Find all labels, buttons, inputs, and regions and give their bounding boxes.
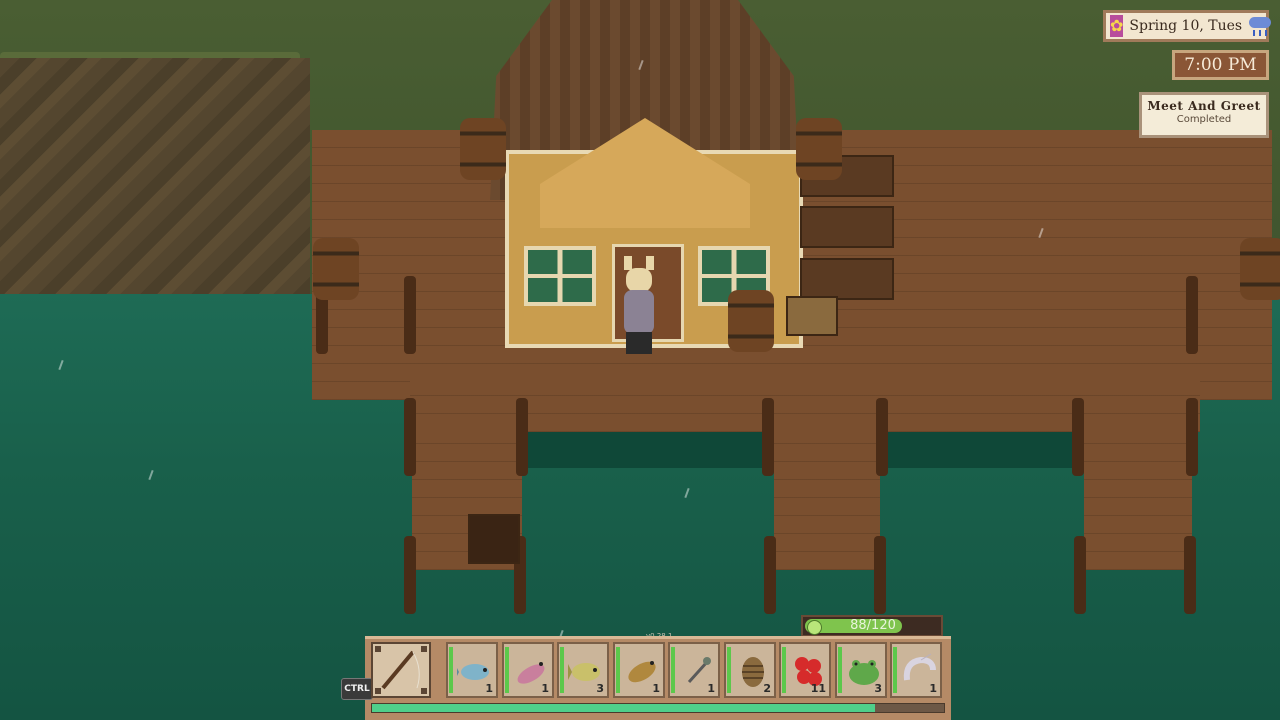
barrel: [796, 118, 842, 180]
dock-shadow: [880, 432, 1084, 468]
slot-quantity: 1: [541, 682, 549, 695]
dock-post: [1072, 398, 1084, 476]
dock-post: [762, 398, 774, 476]
slot-durability-bar: [449, 647, 453, 693]
barrel: [460, 118, 506, 180]
slot-quantity: 3: [596, 682, 604, 695]
barrel: [1240, 238, 1280, 300]
dock-post: [874, 536, 886, 614]
rain-icon: [1248, 15, 1272, 37]
dock-shadow: [522, 432, 774, 468]
barrel: [728, 290, 774, 352]
hotbar-slot[interactable]: 3: [557, 642, 609, 698]
slot-durability-bar: [782, 647, 786, 693]
fish-display-shelf[interactable]: [800, 206, 894, 248]
player-body: [624, 290, 654, 334]
slot-quantity: 1: [485, 682, 493, 695]
time-display: 7:00 PM: [1172, 50, 1269, 80]
dock-pier-2: [774, 430, 880, 570]
dock-post: [1186, 398, 1198, 476]
hotbar-slot[interactable]: 1: [502, 642, 554, 698]
dock-post: [404, 398, 416, 476]
hotbar-slot[interactable]: 1: [668, 642, 720, 698]
flower-icon: ✿: [1110, 15, 1124, 37]
slot-quantity: 11: [810, 682, 826, 695]
hotbar-slot[interactable]: 1: [613, 642, 665, 698]
hotbar-slot[interactable]: 1: [890, 642, 942, 698]
player-antler: [624, 256, 632, 270]
ctrl-key-hint: CTRL: [341, 678, 373, 700]
slot-durability-bar: [893, 647, 897, 693]
dock-post: [876, 398, 888, 476]
rock-cliff: [0, 58, 310, 298]
dock-post: [1184, 536, 1196, 614]
dock-post: [516, 398, 528, 476]
slot-durability-bar: [505, 647, 509, 693]
xp-progress-fill: [372, 704, 876, 712]
date-display: ✿ Spring 10, Tues: [1103, 10, 1272, 42]
hotbar-slot[interactable]: 3: [835, 642, 887, 698]
player-character: [626, 268, 652, 292]
slot-durability-bar: [671, 647, 675, 693]
slot-durability-bar: [560, 647, 564, 693]
wooden-crate[interactable]: [786, 296, 838, 336]
fish-display-shelf[interactable]: [800, 258, 894, 300]
slot-durability-bar: [838, 647, 842, 693]
energy-orb-icon: [807, 620, 822, 635]
dock-post: [1074, 536, 1086, 614]
time-label: 7:00 PM: [1184, 55, 1257, 75]
slot-durability-bar: [727, 647, 731, 693]
hotbar-slot[interactable]: 2: [724, 642, 776, 698]
tool-slot-fishing-rod[interactable]: [371, 642, 431, 698]
dock-post: [764, 536, 776, 614]
dock-hatch[interactable]: [468, 514, 520, 564]
shop-window: [524, 246, 596, 306]
dock-post: [404, 536, 416, 614]
slot-durability-bar: [616, 647, 620, 693]
quest-title: Meet And Greet: [1147, 99, 1261, 113]
energy-label: 88/120: [850, 618, 896, 633]
dock-post: [1186, 276, 1198, 354]
slot-quantity: 2: [763, 682, 771, 695]
fishing-rod-icon: [375, 646, 427, 694]
energy-bar: 88/120: [801, 615, 943, 637]
hotbar-slot[interactable]: 11: [779, 642, 831, 698]
date-label: Spring 10, Tues: [1129, 18, 1243, 34]
player-antler: [646, 256, 654, 270]
quest-tracker[interactable]: Meet And Greet Completed: [1139, 92, 1269, 138]
barrel: [313, 238, 359, 300]
slot-quantity: 3: [874, 682, 882, 695]
slot-quantity: 1: [652, 682, 660, 695]
dock-post: [404, 276, 416, 354]
hotbar-slot[interactable]: 1: [446, 642, 498, 698]
slot-quantity: 1: [707, 682, 715, 695]
slot-quantity: 1: [929, 682, 937, 695]
quest-status: Completed: [1176, 114, 1232, 125]
player-legs: [626, 332, 652, 354]
xp-progress-bar: [371, 703, 945, 713]
dock-pier-3: [1084, 430, 1192, 570]
